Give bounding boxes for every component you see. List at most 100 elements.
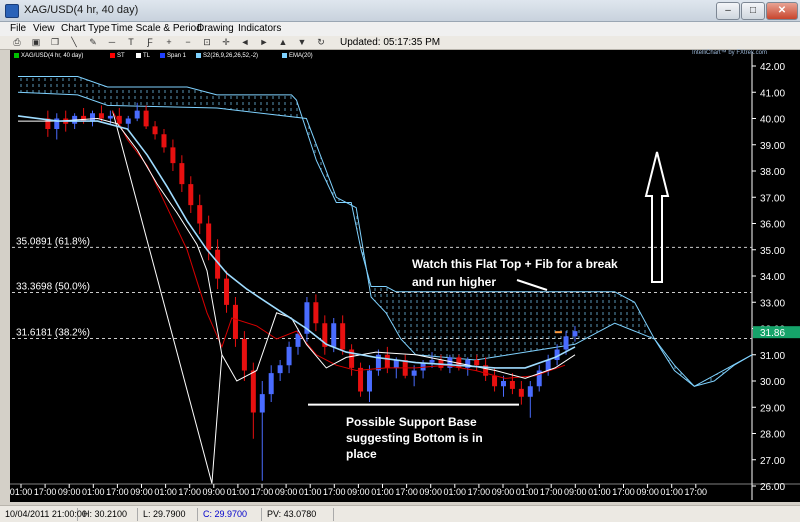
x-tick-label: 17:00 (323, 487, 346, 497)
x-tick-label: 17:00 (468, 487, 491, 497)
y-tick-label: 40.00 (760, 115, 785, 126)
x-tick-label: 17:00 (395, 487, 418, 497)
y-tick-label: 42.00 (760, 62, 785, 73)
x-tick-label: 01:00 (82, 487, 105, 497)
x-tick-label: 09:00 (130, 487, 153, 497)
x-tick-label: 09:00 (347, 487, 370, 497)
x-tick-label: 17:00 (178, 487, 201, 497)
candle-body (143, 110, 149, 127)
legend-span1-swatch (160, 53, 165, 58)
fib-level-label: 33.3698 (50.0%) (16, 282, 90, 293)
x-tick-label: 17:00 (540, 487, 563, 497)
x-tick-label: 01:00 (10, 487, 33, 497)
support-annotation: Possible Support Base (346, 415, 477, 429)
legend-st-swatch (110, 53, 115, 58)
x-tick-label: 09:00 (636, 487, 659, 497)
candle-body (563, 336, 569, 350)
candle-body (411, 370, 417, 376)
candle-body (232, 304, 238, 339)
y-tick-label: 28.00 (760, 430, 785, 441)
current-price-label: 31.86 (760, 328, 785, 339)
legend-ema-label: EMA(20) (289, 53, 313, 60)
y-tick-label: 36.00 (760, 220, 785, 231)
candle-body (107, 115, 113, 119)
candle-body (250, 370, 256, 413)
fib-level-label: 31.6181 (38.2%) (16, 328, 90, 339)
candle-body (197, 205, 203, 224)
x-tick-label: 01:00 (660, 487, 683, 497)
candle-body (492, 375, 498, 387)
y-tick-label: 33.00 (760, 298, 785, 309)
legend-ema-swatch (282, 53, 287, 58)
status-high: H: 30.2100 (80, 508, 138, 521)
x-tick-label: 09:00 (275, 487, 298, 497)
candle-body (500, 381, 506, 387)
legend-s2: S2(26,9,26,26,52,-2) (196, 53, 258, 59)
candle-body (206, 223, 212, 250)
cloud-span-b (17, 91, 753, 387)
x-tick-label: 09:00 (492, 487, 515, 497)
trend-line (211, 354, 223, 484)
candle-body (125, 118, 131, 124)
legend-symbol-swatch (14, 53, 19, 58)
legend-symbol-label: XAG/USD(4 hr, 40 day) (21, 53, 84, 60)
legend-st: ST (110, 53, 125, 59)
x-tick-label: 09:00 (419, 487, 442, 497)
legend-tl: TL (136, 53, 150, 59)
fib-level-label: 35.0891 (61.8%) (16, 236, 90, 247)
legend-span1-label: Span 1 (167, 53, 187, 60)
candle-body (527, 386, 533, 397)
candle-body (572, 331, 578, 337)
candle-body (429, 360, 435, 363)
candle-body (161, 134, 167, 148)
candle-body (509, 381, 515, 389)
status-bar: 10/04/2011 21:00:00 H: 30.2100 L: 29.790… (0, 505, 800, 522)
flat-top-annotation: and run higher (412, 275, 496, 289)
status-pv: PV: 43.0780 (264, 508, 334, 521)
candle-body (98, 113, 104, 119)
candle-body (366, 370, 372, 392)
candle-body (277, 365, 283, 374)
candle-body (518, 388, 524, 397)
x-tick-label: 17:00 (251, 487, 274, 497)
x-tick-label: 17:00 (34, 487, 57, 497)
candle-body (152, 126, 158, 135)
candle-body (474, 360, 480, 366)
legend-symbol: XAG/USD(4 hr, 40 day) (14, 53, 83, 59)
x-tick-label: 01:00 (588, 487, 611, 497)
x-tick-label: 09:00 (564, 487, 587, 497)
trend-line (112, 110, 213, 484)
y-tick-label: 39.00 (760, 141, 785, 152)
candle-body (358, 367, 364, 392)
candle-body (331, 323, 337, 347)
price-chart[interactable]: 26.0027.0028.0029.0030.0031.0032.0033.00… (0, 0, 800, 522)
x-tick-label: 01:00 (371, 487, 394, 497)
status-close: C: 29.9700 (200, 508, 262, 521)
candle-body (384, 354, 390, 368)
legend-tl-label: TL (143, 53, 151, 60)
support-annotation: place (346, 447, 377, 461)
candle-body (188, 184, 194, 206)
x-tick-label: 01:00 (516, 487, 539, 497)
legend-ema: EMA(20) (282, 53, 313, 59)
candle-body (393, 360, 399, 368)
y-tick-label: 27.00 (760, 456, 785, 467)
candle-body (224, 278, 230, 305)
y-tick-label: 37.00 (760, 193, 785, 204)
x-tick-label: 01:00 (444, 487, 467, 497)
candle-body (170, 147, 176, 164)
candle-body (268, 373, 274, 395)
y-tick-label: 29.00 (760, 403, 785, 414)
legend-tl-swatch (136, 53, 141, 58)
watermark: IntelliChart™ by FXtrek.com (692, 50, 768, 56)
x-tick-label: 01:00 (299, 487, 322, 497)
legend-s2-label: S2(26,9,26,26,52,-2) (203, 53, 259, 60)
x-tick-label: 01:00 (227, 487, 250, 497)
candle-body (241, 339, 247, 371)
y-tick-label: 35.00 (760, 246, 785, 257)
y-tick-label: 34.00 (760, 272, 785, 283)
y-tick-label: 31.00 (760, 351, 785, 362)
candle-body (179, 163, 185, 185)
candle-body (286, 346, 292, 366)
x-tick-label: 01:00 (154, 487, 177, 497)
